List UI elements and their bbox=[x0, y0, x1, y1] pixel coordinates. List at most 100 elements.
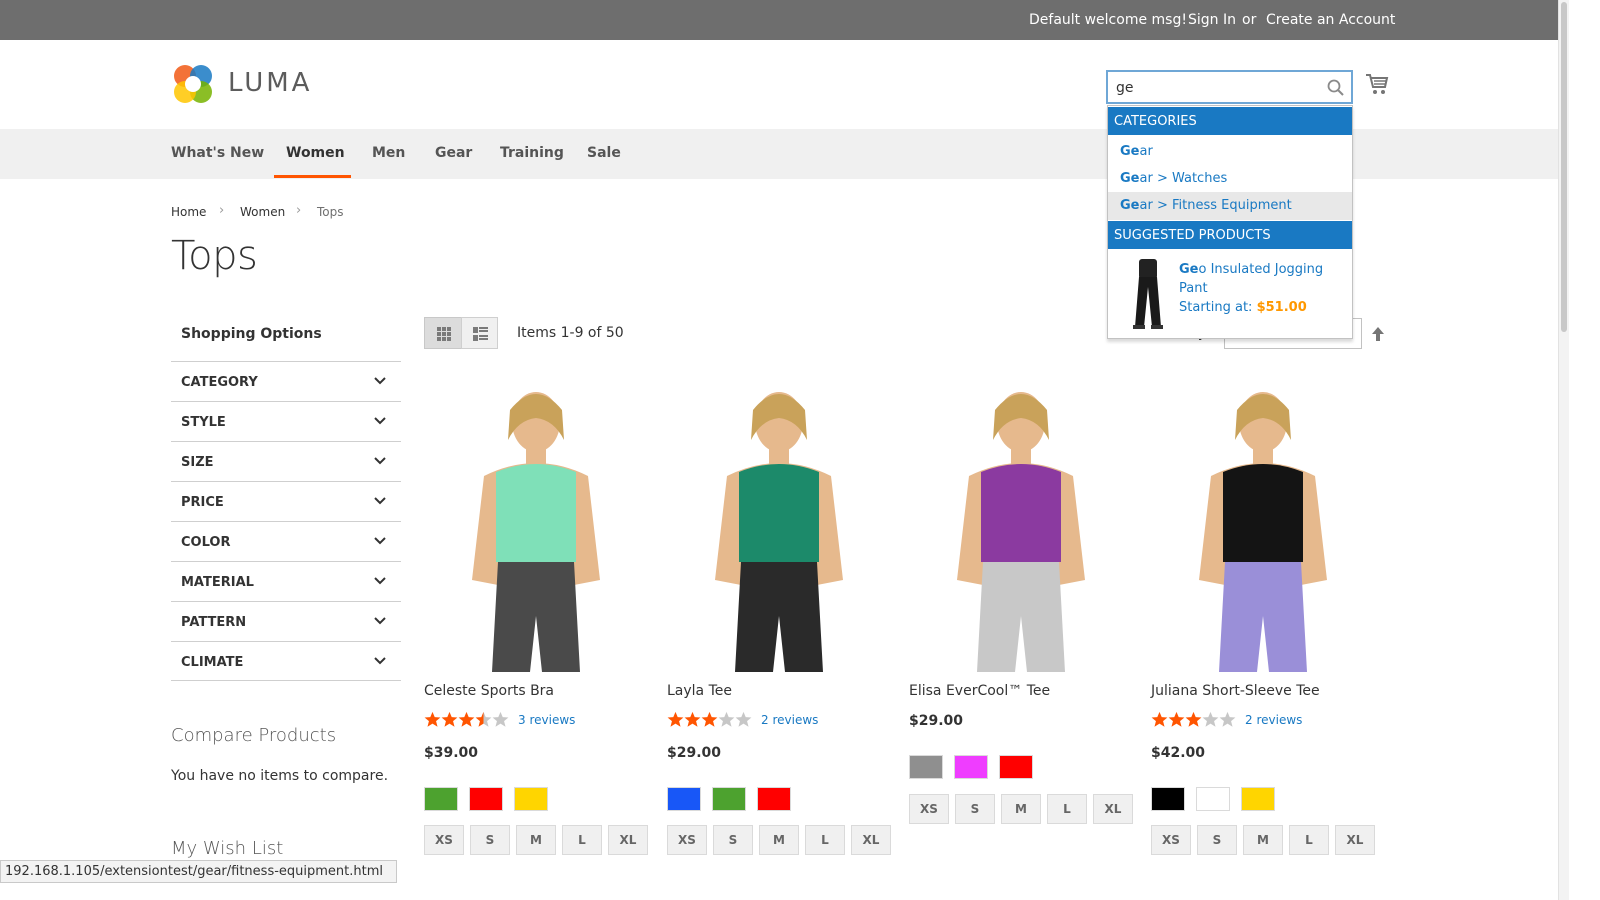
size-swatch-l[interactable]: L bbox=[805, 825, 845, 855]
color-swatch[interactable] bbox=[1151, 787, 1185, 811]
size-swatch-xs[interactable]: XS bbox=[909, 794, 949, 824]
breadcrumb-home[interactable]: Home bbox=[171, 205, 206, 219]
shopping-options-title: Shopping Options bbox=[181, 326, 322, 342]
size-swatch-l[interactable]: L bbox=[562, 825, 602, 855]
chevron-down-icon[interactable] bbox=[373, 656, 387, 666]
size-swatch-s[interactable]: S bbox=[1197, 825, 1237, 855]
ac-products-header: SUGGESTED PRODUCTS bbox=[1108, 221, 1352, 249]
chevron-down-icon[interactable] bbox=[373, 456, 387, 466]
reviews-link[interactable]: 2 reviews bbox=[1245, 713, 1302, 727]
list-view-button[interactable] bbox=[461, 317, 498, 349]
color-swatch[interactable] bbox=[1196, 787, 1230, 811]
ac-match: Ge bbox=[1120, 171, 1140, 186]
color-swatch[interactable] bbox=[469, 787, 503, 811]
size-swatch-xs[interactable]: XS bbox=[424, 825, 464, 855]
nav-item-men[interactable]: Men bbox=[372, 145, 405, 161]
scrollbar-thumb[interactable] bbox=[1561, 2, 1567, 332]
size-swatch-s[interactable]: S bbox=[955, 794, 995, 824]
nav-item-sale[interactable]: Sale bbox=[587, 145, 621, 161]
chevron-down-icon[interactable] bbox=[373, 376, 387, 386]
star-icon bbox=[667, 711, 684, 727]
search-box[interactable] bbox=[1106, 70, 1353, 104]
sort-direction-icon[interactable] bbox=[1371, 326, 1385, 342]
compare-products-title: Compare Products bbox=[171, 725, 337, 746]
color-swatch[interactable] bbox=[954, 755, 988, 779]
color-swatch[interactable] bbox=[909, 755, 943, 779]
product-photo bbox=[424, 380, 648, 672]
cart-icon[interactable] bbox=[1364, 72, 1390, 96]
sign-in-link[interactable]: Sign In bbox=[1188, 12, 1236, 28]
chevron-down-icon[interactable] bbox=[373, 536, 387, 546]
size-swatch-l[interactable]: L bbox=[1047, 794, 1087, 824]
filter-label: SIZE bbox=[181, 455, 214, 470]
search-input[interactable] bbox=[1116, 78, 1316, 98]
chevron-down-icon[interactable] bbox=[373, 616, 387, 626]
color-swatch[interactable] bbox=[1241, 787, 1275, 811]
chevron-down-icon[interactable] bbox=[373, 416, 387, 426]
product-name[interactable]: Celeste Sports Bra bbox=[424, 683, 554, 699]
color-swatch[interactable] bbox=[712, 787, 746, 811]
filter-size[interactable]: SIZE bbox=[171, 441, 401, 481]
compare-empty-text: You have no items to compare. bbox=[171, 768, 389, 784]
size-swatch-xl[interactable]: XL bbox=[608, 825, 648, 855]
size-swatch-s[interactable]: S bbox=[470, 825, 510, 855]
color-swatch[interactable] bbox=[999, 755, 1033, 779]
ac-category-fitness-equipment[interactable]: Gear > Fitness Equipment bbox=[1108, 192, 1352, 220]
nav-item-whats-new[interactable]: What's New bbox=[171, 145, 264, 161]
chevron-down-icon[interactable] bbox=[373, 496, 387, 506]
color-swatch[interactable] bbox=[424, 787, 458, 811]
size-swatch-xs[interactable]: XS bbox=[1151, 825, 1191, 855]
color-swatch[interactable] bbox=[757, 787, 791, 811]
create-account-link[interactable]: Create an Account bbox=[1266, 12, 1395, 28]
filter-style[interactable]: STYLE bbox=[171, 401, 401, 441]
filter-price[interactable]: PRICE bbox=[171, 481, 401, 521]
product-image[interactable] bbox=[1151, 380, 1375, 672]
size-swatch-xl[interactable]: XL bbox=[1093, 794, 1133, 824]
nav-item-gear[interactable]: Gear bbox=[435, 145, 472, 161]
size-swatch-xs[interactable]: XS bbox=[667, 825, 707, 855]
star-icon bbox=[1168, 711, 1185, 727]
luma-logo-icon[interactable] bbox=[171, 62, 215, 106]
ac-product-name[interactable]: Geo Insulated Jogging Pant bbox=[1179, 260, 1349, 298]
filter-pattern[interactable]: PATTERN bbox=[171, 601, 401, 641]
product-name[interactable]: Juliana Short-Sleeve Tee bbox=[1151, 683, 1320, 699]
size-swatch-s[interactable]: S bbox=[713, 825, 753, 855]
filter-category[interactable]: CATEGORY bbox=[171, 361, 401, 401]
size-swatch-m[interactable]: M bbox=[1001, 794, 1041, 824]
ac-category-gear[interactable]: Gear bbox=[1108, 138, 1352, 166]
logo-text[interactable]: LUMA bbox=[228, 68, 312, 98]
reviews-link[interactable]: 2 reviews bbox=[761, 713, 818, 727]
breadcrumb-women[interactable]: Women bbox=[240, 205, 285, 219]
size-swatch-xl[interactable]: XL bbox=[851, 825, 891, 855]
nav-item-women[interactable]: Women bbox=[286, 145, 345, 161]
ac-category-watches[interactable]: Gear > Watches bbox=[1108, 165, 1352, 193]
nav-item-training[interactable]: Training bbox=[500, 145, 564, 161]
star-icon bbox=[1185, 711, 1202, 727]
product-name[interactable]: Elisa EverCool™ Tee bbox=[909, 683, 1050, 699]
product-image[interactable] bbox=[667, 380, 891, 672]
star-icon bbox=[492, 711, 509, 727]
size-swatch-l[interactable]: L bbox=[1289, 825, 1329, 855]
product-image[interactable] bbox=[424, 380, 648, 672]
ac-product-thumbnail[interactable] bbox=[1127, 257, 1169, 331]
color-swatch[interactable] bbox=[667, 787, 701, 811]
product-image[interactable] bbox=[909, 380, 1133, 672]
reviews-link[interactable]: 3 reviews bbox=[518, 713, 575, 727]
product-name[interactable]: Layla Tee bbox=[667, 683, 732, 699]
filter-material[interactable]: MATERIAL bbox=[171, 561, 401, 601]
filter-climate[interactable]: CLIMATE bbox=[171, 641, 401, 681]
product-price: $29.00 bbox=[909, 713, 964, 729]
ac-rest: o Insulated Jogging Pant bbox=[1179, 262, 1324, 296]
filter-label: COLOR bbox=[181, 535, 231, 550]
size-swatch-m[interactable]: M bbox=[1243, 825, 1283, 855]
size-swatch-m[interactable]: M bbox=[516, 825, 556, 855]
search-icon[interactable] bbox=[1326, 78, 1346, 98]
grid-view-button[interactable] bbox=[424, 317, 462, 349]
color-swatch[interactable] bbox=[514, 787, 548, 811]
chevron-down-icon[interactable] bbox=[373, 576, 387, 586]
size-swatch-xl[interactable]: XL bbox=[1335, 825, 1375, 855]
page-scrollbar[interactable] bbox=[1558, 0, 1569, 900]
filter-color[interactable]: COLOR bbox=[171, 521, 401, 561]
size-swatch-m[interactable]: M bbox=[759, 825, 799, 855]
ac-product-price: Starting at: $51.00 bbox=[1179, 300, 1307, 315]
